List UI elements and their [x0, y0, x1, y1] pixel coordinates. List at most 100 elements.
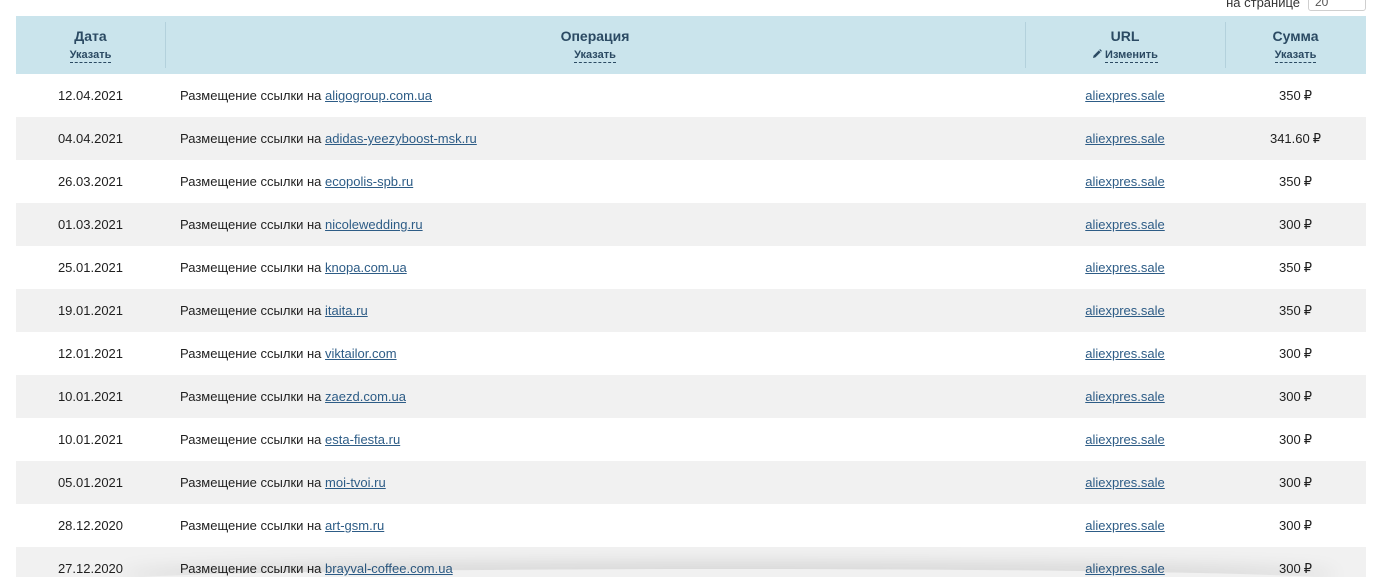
operation-text: Размещение ссылки на [180, 131, 322, 146]
url-link[interactable]: aliexpres.sale [1085, 260, 1165, 275]
currency-sign: ₽ [1312, 130, 1322, 146]
url-link[interactable]: aliexpres.sale [1085, 88, 1165, 103]
site-link[interactable]: nicolewedding.ru [325, 217, 423, 232]
table-row: 12.01.2021 Размещение ссылки на viktailo… [16, 332, 1366, 375]
table-row: 05.01.2021 Размещение ссылки на moi-tvoi… [16, 461, 1366, 504]
per-page-select[interactable]: 20 [1308, 0, 1366, 11]
site-link[interactable]: moi-tvoi.ru [325, 475, 386, 490]
row-operation: Размещение ссылки на art-gsm.ru [165, 504, 1025, 547]
sum-filter-link[interactable]: Указать [1274, 49, 1317, 63]
row-url: aliexpres.sale [1025, 461, 1225, 504]
site-link[interactable]: knopa.com.ua [325, 260, 407, 275]
url-link[interactable]: aliexpres.sale [1085, 217, 1165, 232]
table-body: 12.04.2021 Размещение ссылки на aligogro… [16, 74, 1366, 577]
table-row: 04.04.2021 Размещение ссылки на adidas-y… [16, 117, 1366, 160]
sum-value: 300 [1279, 474, 1301, 490]
per-page-control: на странице 20 [1226, 0, 1366, 12]
row-url: aliexpres.sale [1025, 160, 1225, 203]
site-link[interactable]: ecopolis-spb.ru [325, 174, 413, 189]
row-date: 10.01.2021 [57, 432, 124, 447]
currency-sign: ₽ [1303, 216, 1312, 232]
row-sum: 300 ₽ [1225, 418, 1366, 461]
currency-sign: ₽ [1303, 517, 1312, 533]
row-sum: 350 ₽ [1225, 160, 1366, 203]
row-operation: Размещение ссылки на viktailor.com [165, 332, 1025, 375]
table-row: 10.01.2021 Размещение ссылки на zaezd.co… [16, 375, 1366, 418]
table-row: 26.03.2021 Размещение ссылки на ecopolis… [16, 160, 1366, 203]
row-url: aliexpres.sale [1025, 289, 1225, 332]
table-row: 10.01.2021 Размещение ссылки на esta-fie… [16, 418, 1366, 461]
url-link[interactable]: aliexpres.sale [1085, 432, 1165, 447]
site-link[interactable]: adidas-yeezyboost-msk.ru [325, 131, 477, 146]
site-link[interactable]: brayval-coffee.com.ua [325, 561, 453, 576]
site-link[interactable]: itaita.ru [325, 303, 368, 318]
row-date: 12.01.2021 [57, 346, 124, 361]
row-date: 01.03.2021 [16, 203, 165, 246]
url-link[interactable]: aliexpres.sale [1085, 389, 1165, 404]
site-link[interactable]: aligogroup.com.ua [325, 88, 432, 103]
row-sum: 300 ₽ [1225, 547, 1366, 577]
operation-text: Размещение ссылки на [180, 432, 322, 447]
row-url: aliexpres.sale [1025, 117, 1225, 160]
operation-text: Размещение ссылки на [180, 389, 322, 404]
operation-text: Размещение ссылки на [180, 88, 322, 103]
url-link[interactable]: aliexpres.sale [1085, 303, 1165, 318]
table-row: 01.03.2021 Размещение ссылки на nicolewe… [16, 203, 1366, 246]
table-row: 12.04.2021 Размещение ссылки на aligogro… [16, 74, 1366, 117]
header-url-title: URL [1110, 28, 1140, 44]
url-link[interactable]: aliexpres.sale [1085, 475, 1165, 490]
row-date: 19.01.2021 [16, 289, 165, 332]
date-filter-link[interactable]: Указать [69, 49, 112, 63]
row-sum: 300 ₽ [1225, 332, 1366, 375]
url-link[interactable]: aliexpres.sale [1085, 346, 1165, 361]
site-link[interactable]: zaezd.com.ua [325, 389, 406, 404]
operation-text: Размещение ссылки на [180, 346, 322, 361]
operation-text: Размещение ссылки на [180, 475, 322, 490]
row-date: 10.01.2021 [16, 375, 165, 418]
row-date: 25.01.2021 [57, 260, 124, 275]
url-edit-control[interactable]: Изменить [1092, 45, 1158, 63]
row-date: 04.04.2021 [16, 117, 165, 160]
row-url: aliexpres.sale [1025, 418, 1225, 461]
row-url: aliexpres.sale [1025, 203, 1225, 246]
sum-value: 350 [1279, 302, 1301, 318]
operation-text: Размещение ссылки на [180, 303, 322, 318]
url-edit-link[interactable]: Изменить [1105, 49, 1158, 63]
operation-text: Размещение ссылки на [180, 518, 322, 533]
row-operation: Размещение ссылки на knopa.com.ua [165, 246, 1025, 289]
currency-sign: ₽ [1303, 560, 1312, 576]
table-row: 25.01.2021 Размещение ссылки на knopa.co… [16, 246, 1366, 289]
url-link[interactable]: aliexpres.sale [1085, 131, 1165, 146]
currency-sign: ₽ [1303, 388, 1312, 404]
url-link[interactable]: aliexpres.sale [1085, 561, 1165, 576]
row-date: 27.12.2020 [16, 547, 165, 577]
site-link[interactable]: esta-fiesta.ru [325, 432, 400, 447]
row-url: aliexpres.sale [1025, 504, 1225, 547]
header-operation: Операция Указать [165, 16, 1025, 74]
sum-value: 350 [1279, 173, 1301, 189]
sum-value: 350 [1279, 259, 1301, 275]
row-operation: Размещение ссылки на adidas-yeezyboost-m… [165, 117, 1025, 160]
row-sum: 300 ₽ [1225, 375, 1366, 418]
row-sum: 350 ₽ [1225, 74, 1366, 117]
currency-sign: ₽ [1303, 302, 1312, 318]
sum-value: 300 [1279, 216, 1301, 232]
sum-value: 300 [1279, 388, 1301, 404]
sum-value: 300 [1279, 431, 1301, 447]
operations-table: Дата Указать Операция Указать URL Измени… [16, 16, 1366, 577]
url-link[interactable]: aliexpres.sale [1085, 518, 1165, 533]
site-link[interactable]: art-gsm.ru [325, 518, 384, 533]
operation-filter-link[interactable]: Указать [574, 49, 616, 63]
row-url: aliexpres.sale [1025, 547, 1225, 577]
table-row: 28.12.2020 Размещение ссылки на art-gsm.… [16, 504, 1366, 547]
row-date: 05.01.2021 [16, 461, 165, 504]
currency-sign: ₽ [1303, 345, 1312, 361]
table-row: 19.01.2021 Размещение ссылки на itaita.r… [16, 289, 1366, 332]
currency-sign: ₽ [1303, 87, 1312, 103]
per-page-label: на странице [1226, 0, 1300, 10]
transactions-page: на странице 20 Дата Указать Операция Ука… [0, 0, 1398, 577]
sum-value: 341.60 [1269, 130, 1310, 146]
table-header-row: Дата Указать Операция Указать URL Измени… [16, 16, 1366, 74]
url-link[interactable]: aliexpres.sale [1085, 174, 1165, 189]
site-link[interactable]: viktailor.com [325, 346, 397, 361]
